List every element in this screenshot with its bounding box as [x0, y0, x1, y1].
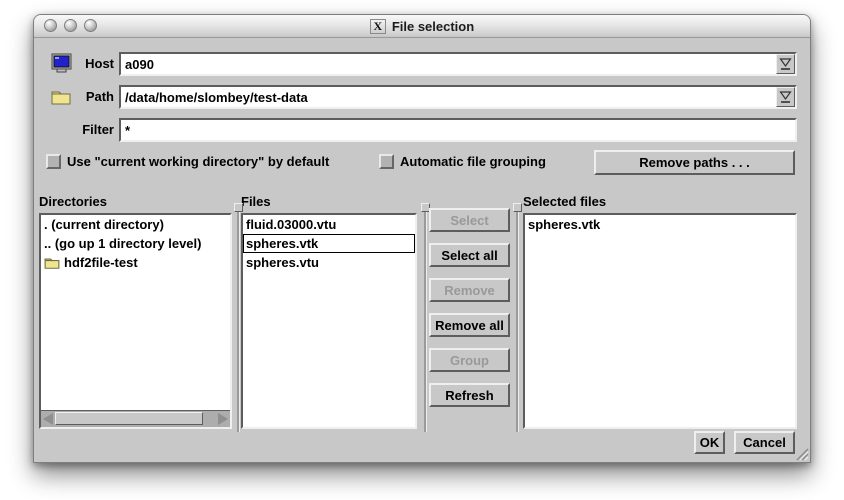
remove-all-button[interactable]: Remove all: [429, 313, 510, 337]
select-button[interactable]: Select: [429, 208, 510, 232]
path-label: Path: [62, 89, 114, 104]
remove-paths-button[interactable]: Remove paths . . .: [594, 150, 795, 175]
title-area: X File selection: [34, 15, 810, 38]
dialog-content: Host Path Filt: [34, 39, 810, 462]
chevron-down-icon: [779, 57, 792, 71]
file-item[interactable]: fluid.03000.vtu: [243, 215, 415, 234]
auto-grouping-label: Automatic file grouping: [400, 154, 546, 169]
directories-list[interactable]: . (current directory) .. (go up 1 direct…: [39, 213, 232, 429]
auto-grouping-checkbox[interactable]: [379, 154, 394, 169]
x11-icon: X: [370, 19, 386, 34]
host-input[interactable]: [121, 54, 776, 74]
use-cwd-checkbox[interactable]: [46, 154, 61, 169]
splitter-grip[interactable]: [234, 203, 243, 212]
splitter-handle[interactable]: [513, 203, 522, 432]
directory-item[interactable]: .. (go up 1 directory level): [41, 234, 230, 253]
chevron-down-icon: [779, 90, 792, 104]
directories-header: Directories: [39, 194, 107, 209]
filter-label: Filter: [62, 122, 114, 137]
cancel-button[interactable]: Cancel: [734, 431, 795, 454]
remove-button[interactable]: Remove: [429, 278, 510, 302]
selected-file-item[interactable]: spheres.vtk: [525, 215, 795, 234]
splitter-grip[interactable]: [513, 203, 522, 212]
group-button[interactable]: Group: [429, 348, 510, 372]
path-dropdown-button[interactable]: [776, 87, 795, 107]
host-dropdown-button[interactable]: [776, 54, 795, 74]
folder-icon: [44, 256, 60, 269]
path-field: [119, 85, 797, 109]
select-all-button[interactable]: Select all: [429, 243, 510, 267]
titlebar[interactable]: X File selection: [34, 15, 810, 38]
host-label: Host: [62, 56, 114, 71]
window-title: File selection: [392, 19, 474, 34]
ok-button[interactable]: OK: [694, 431, 725, 454]
filter-field: [119, 118, 797, 142]
file-item[interactable]: spheres.vtu: [243, 253, 415, 272]
file-item-focused[interactable]: spheres.vtk: [243, 234, 415, 253]
scroll-right-arrow-icon[interactable]: [218, 413, 228, 425]
files-header: Files: [241, 194, 271, 209]
resize-grip[interactable]: [793, 446, 809, 461]
file-selection-window: X File selection Host Path: [33, 14, 811, 463]
host-field: [119, 52, 797, 76]
refresh-button[interactable]: Refresh: [429, 383, 510, 407]
scrollbar-thumb[interactable]: [55, 412, 203, 425]
directory-item[interactable]: . (current directory): [41, 215, 230, 234]
filter-input[interactable]: [121, 120, 795, 140]
directories-horizontal-scrollbar[interactable]: [41, 410, 230, 427]
selected-files-header: Selected files: [523, 194, 606, 209]
files-list[interactable]: fluid.03000.vtu spheres.vtk spheres.vtu: [241, 213, 417, 429]
use-cwd-label: Use "current working directory" by defau…: [67, 154, 329, 169]
path-input[interactable]: [121, 87, 776, 107]
directory-item[interactable]: hdf2file-test: [41, 253, 230, 272]
scroll-left-arrow-icon[interactable]: [43, 413, 53, 425]
selected-files-list[interactable]: spheres.vtk: [523, 213, 797, 429]
